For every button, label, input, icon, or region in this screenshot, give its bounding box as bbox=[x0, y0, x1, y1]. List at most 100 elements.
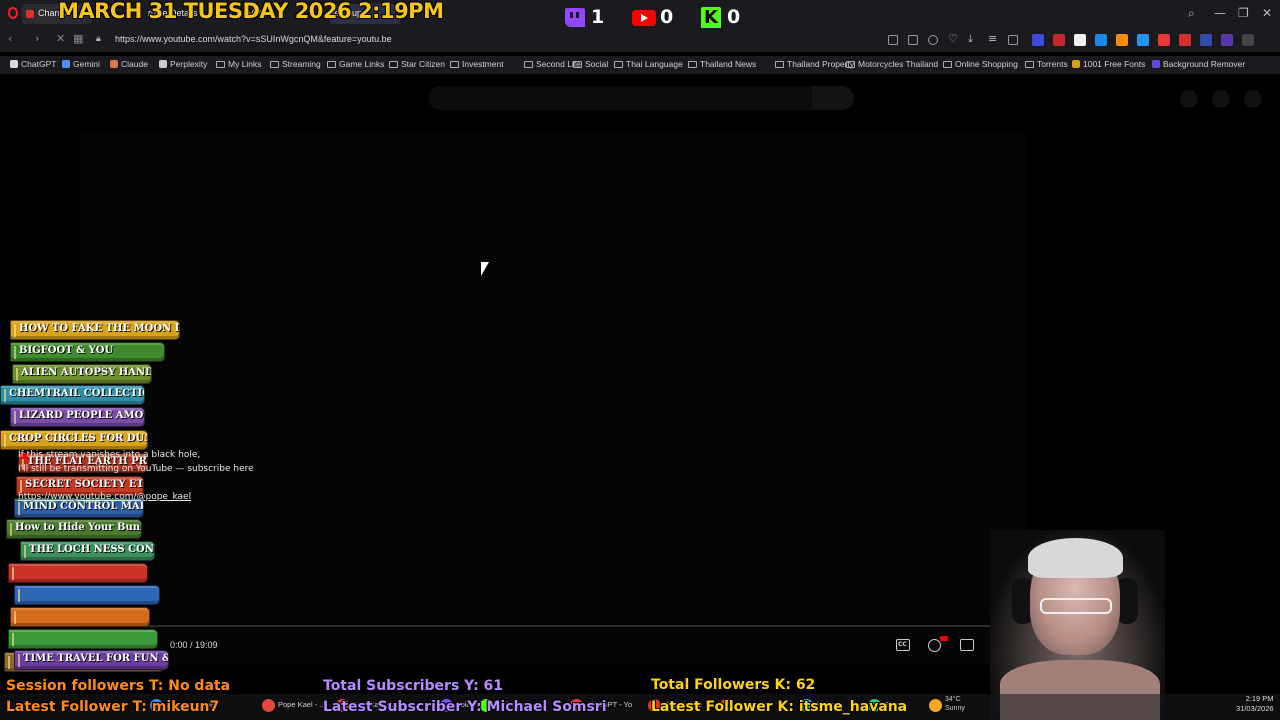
book-title: TIME TRAVEL FOR FUN & PROFIT bbox=[23, 653, 168, 664]
taskbar-clock[interactable]: 2:19 PM 31/03/2026 bbox=[1236, 694, 1274, 714]
folder-icon bbox=[524, 61, 533, 68]
weather-text: 34°C Sunny bbox=[945, 696, 965, 712]
bookmark-label: Star Citizen bbox=[401, 59, 445, 69]
tab-grid-icon[interactable]: ▦ bbox=[73, 32, 83, 45]
ublock-icon[interactable] bbox=[1158, 34, 1170, 46]
bookmark-streaming[interactable]: Streaming bbox=[270, 59, 321, 69]
chatgpt-icon bbox=[10, 60, 18, 68]
bookmark-social[interactable]: Social bbox=[573, 59, 608, 69]
bookmark-label: Motorcycles Thailand bbox=[858, 59, 939, 69]
search-button[interactable] bbox=[812, 86, 854, 110]
clock-time: 2:19 PM bbox=[1245, 694, 1274, 703]
download-icon[interactable]: ⤓ bbox=[968, 32, 973, 46]
search-tabs-icon[interactable]: ⌕ bbox=[1188, 6, 1195, 21]
book-title: THE LOCH NESS CONSPIRACY bbox=[29, 544, 154, 555]
bookmark-perplexity[interactable]: Perplexity bbox=[159, 59, 207, 69]
reload-icon[interactable]: ✕ bbox=[56, 32, 65, 45]
book bbox=[10, 607, 150, 627]
taskbar-app-icon[interactable] bbox=[262, 699, 275, 712]
minimize-button[interactable]: — bbox=[1214, 6, 1226, 20]
book-title: MIND CONTROL MADE EASY bbox=[23, 501, 143, 512]
bookmark-torrents[interactable]: Torrents bbox=[1025, 59, 1068, 69]
apps-grid-icon[interactable] bbox=[1032, 34, 1044, 46]
book: ALIEN AUTOPSY HANDBOOK bbox=[12, 364, 152, 384]
description-link[interactable]: https://www.youtube.com/@pope_kael bbox=[18, 492, 191, 502]
bookmark-label: Thailand Property bbox=[787, 59, 855, 69]
taskbar-item-label[interactable]: Pope Kael - ... bbox=[278, 700, 326, 709]
bookmark-investment[interactable]: Investment bbox=[450, 59, 504, 69]
layers-icon[interactable] bbox=[1074, 34, 1086, 46]
back-icon[interactable]: ‹ bbox=[8, 32, 12, 45]
bookmark-thailand-news[interactable]: Thailand News bbox=[688, 59, 756, 69]
restore-button[interactable]: ❐ bbox=[1238, 6, 1249, 20]
bookmark-game-links[interactable]: Game Links bbox=[327, 59, 384, 69]
bookmark-background-remover[interactable]: Background Remover bbox=[1152, 59, 1245, 69]
latest-follower-twitch-text: Latest Follower T: mikeun7 bbox=[6, 699, 220, 715]
video-player[interactable] bbox=[80, 133, 1025, 665]
theater-mode-icon[interactable] bbox=[960, 639, 974, 651]
folder-icon bbox=[270, 61, 279, 68]
camera-icon[interactable] bbox=[908, 35, 918, 45]
notifications-icon[interactable] bbox=[1212, 90, 1230, 108]
avatar[interactable] bbox=[1244, 90, 1262, 108]
book: CROP CIRCLES FOR DUMMIES bbox=[0, 430, 148, 450]
blue-extension-icon[interactable] bbox=[1200, 34, 1212, 46]
progress-bar[interactable] bbox=[96, 625, 1018, 627]
red-extension-icon[interactable] bbox=[1179, 34, 1191, 46]
create-icon[interactable] bbox=[1180, 90, 1198, 108]
forward-icon[interactable]: › bbox=[35, 32, 39, 45]
youtube-count: 0 bbox=[660, 6, 674, 28]
url-field[interactable]: https://www.youtube.com/watch?v=sSUInWgc… bbox=[115, 34, 392, 44]
bookmark-thai-language[interactable]: Thai Language bbox=[614, 59, 683, 69]
shield-extension-icon[interactable] bbox=[1137, 34, 1149, 46]
folder-icon bbox=[1025, 61, 1034, 68]
book: LIZARD PEOPLE AMONG US bbox=[10, 407, 145, 427]
latest-subscriber-text: Latest Subscriber Y: Michael Somsri bbox=[323, 699, 607, 715]
stream-clock-overlay: MARCH 31 TUESDAY 2026 2:19PM bbox=[58, 0, 444, 23]
settings-icon[interactable] bbox=[928, 639, 941, 652]
bookmark-chatgpt[interactable]: ChatGPT bbox=[10, 59, 56, 69]
bookmark-my-links[interactable]: My Links bbox=[216, 59, 262, 69]
heart-icon[interactable]: ♡ bbox=[948, 32, 958, 45]
gemini-icon bbox=[62, 60, 70, 68]
bookmark-star-citizen[interactable]: Star Citizen bbox=[389, 59, 445, 69]
perplexity-icon bbox=[159, 60, 167, 68]
profile-icon[interactable] bbox=[1008, 35, 1018, 45]
puzzle-icon[interactable] bbox=[1221, 34, 1233, 46]
book-title: SECRET SOCIETY ETIQUETTE bbox=[25, 479, 144, 490]
bookmark-gemini[interactable]: Gemini bbox=[62, 59, 100, 69]
description-line: I'll still be transmitting on YouTube — … bbox=[18, 464, 254, 474]
opera-browser-icon[interactable] bbox=[8, 7, 18, 19]
menu-icon[interactable]: ≡ bbox=[988, 32, 997, 45]
book-title: CROP CIRCLES FOR DUMMIES bbox=[9, 433, 147, 444]
bookmark-thailand-property[interactable]: Thailand Property bbox=[775, 59, 854, 69]
lock-icon[interactable]: 🔒︎ bbox=[96, 34, 101, 44]
total-subscribers-text: Total Subscribers Y: 61 bbox=[323, 678, 504, 694]
search-input[interactable] bbox=[428, 86, 812, 110]
warning-extension-icon[interactable] bbox=[1116, 34, 1128, 46]
bookmark-label: 1001 Free Fonts bbox=[1083, 59, 1146, 69]
mouse-cursor-icon bbox=[481, 262, 489, 276]
session-followers-text: Session followers T: No data bbox=[6, 678, 231, 694]
folder-icon bbox=[775, 61, 784, 68]
folder-icon bbox=[327, 61, 336, 68]
translate-icon[interactable] bbox=[888, 35, 898, 45]
ai-icon[interactable] bbox=[1242, 34, 1254, 46]
captions-icon[interactable] bbox=[896, 639, 910, 651]
youtube-favicon-icon bbox=[26, 10, 34, 18]
sun-icon bbox=[929, 699, 942, 712]
bookmark-label: Thailand News bbox=[700, 59, 757, 69]
bookmark-1001-free-fonts[interactable]: 1001 Free Fonts bbox=[1072, 59, 1145, 69]
weather-widget[interactable]: 34°C Sunny bbox=[929, 695, 965, 713]
webcam-person-hair bbox=[1028, 538, 1123, 578]
shield-icon[interactable] bbox=[928, 35, 938, 45]
bookmark-online-shopping[interactable]: Online Shopping bbox=[943, 59, 1018, 69]
bookmark-motorcycles-thailand[interactable]: Motorcycles Thailand bbox=[846, 59, 938, 69]
extension-icon[interactable] bbox=[1053, 34, 1065, 46]
translate-extension-icon[interactable] bbox=[1095, 34, 1107, 46]
close-button[interactable]: ✕ bbox=[1262, 6, 1272, 20]
folder-icon bbox=[389, 61, 398, 68]
folder-icon bbox=[216, 61, 225, 68]
bookmark-claude[interactable]: Claude bbox=[110, 59, 148, 69]
bookmark-label: Online Shopping bbox=[955, 59, 1018, 69]
